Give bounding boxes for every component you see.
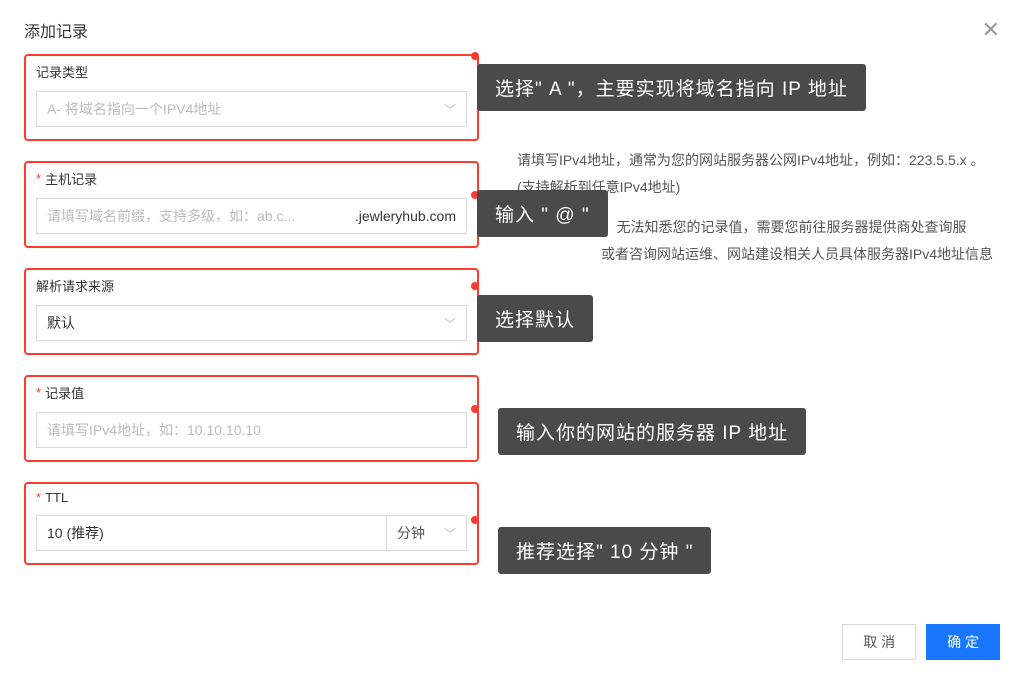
chevron-down-icon: ﹀ bbox=[444, 315, 456, 332]
record-value-input[interactable] bbox=[37, 413, 466, 447]
ttl-row: 10 (推荐) 分钟 ﹀ bbox=[36, 515, 467, 551]
chevron-down-icon: ﹀ bbox=[444, 101, 456, 118]
label-ttl: TTL bbox=[36, 490, 467, 505]
input-row-host: .jewleryhub.com bbox=[36, 198, 467, 234]
select-source[interactable]: 默认 ﹀ bbox=[36, 305, 467, 341]
callout-dot-icon bbox=[471, 282, 479, 290]
add-record-modal: 添加记录 ✕ 记录类型 A- 将域名指向一个IPV4地址 ﹀ 主机记录 .jew… bbox=[0, 0, 1024, 674]
label-source: 解析请求来源 bbox=[36, 276, 467, 295]
field-record-value: 记录值 bbox=[24, 375, 479, 462]
callout-dot-icon bbox=[471, 405, 479, 413]
modal-title: 添加记录 bbox=[24, 18, 88, 42]
select-record-type-value: A- 将域名指向一个IPV4地址 bbox=[47, 99, 436, 119]
callout-dot-icon bbox=[471, 52, 479, 60]
modal-footer: 取 消 确 定 bbox=[818, 610, 1024, 674]
label-record-value: 记录值 bbox=[36, 383, 467, 402]
field-host: 主机记录 .jewleryhub.com bbox=[24, 161, 479, 248]
callout-ttl: 推荐选择" 10 分钟 " bbox=[498, 527, 711, 574]
cancel-button[interactable]: 取 消 bbox=[842, 624, 916, 660]
modal-header: 添加记录 ✕ bbox=[0, 0, 1024, 54]
callout-record-value: 输入你的网站的服务器 IP 地址 bbox=[498, 408, 806, 455]
input-row-record-value bbox=[36, 412, 467, 448]
field-record-type: 记录类型 A- 将域名指向一个IPV4地址 ﹀ bbox=[24, 54, 479, 141]
ttl-unit-select[interactable]: 分钟 ﹀ bbox=[387, 515, 467, 551]
chevron-down-icon: ﹀ bbox=[444, 525, 456, 542]
select-source-value: 默认 bbox=[47, 313, 436, 333]
field-ttl: TTL 10 (推荐) 分钟 ﹀ bbox=[24, 482, 479, 565]
ttl-value: 10 (推荐) bbox=[47, 523, 104, 543]
callout-record-type: 选择" A "，主要实现将域名指向 IP 地址 bbox=[477, 64, 866, 111]
callout-host: 输入 " @ " bbox=[477, 190, 608, 237]
confirm-button[interactable]: 确 定 bbox=[926, 624, 1000, 660]
label-record-type: 记录类型 bbox=[36, 62, 467, 81]
ttl-unit-text: 分钟 bbox=[397, 523, 436, 543]
host-input[interactable] bbox=[37, 199, 345, 233]
form-column: 记录类型 A- 将域名指向一个IPV4地址 ﹀ 主机记录 .jewleryhub… bbox=[24, 54, 479, 585]
select-record-type[interactable]: A- 将域名指向一个IPV4地址 ﹀ bbox=[36, 91, 467, 127]
close-icon[interactable]: ✕ bbox=[982, 19, 1000, 41]
label-host: 主机记录 bbox=[36, 169, 467, 188]
callout-dot-icon bbox=[471, 516, 479, 524]
callout-source: 选择默认 bbox=[477, 295, 593, 342]
field-source: 解析请求来源 默认 ﹀ bbox=[24, 268, 479, 355]
host-suffix: .jewleryhub.com bbox=[345, 208, 466, 224]
ttl-input[interactable]: 10 (推荐) bbox=[36, 515, 387, 551]
